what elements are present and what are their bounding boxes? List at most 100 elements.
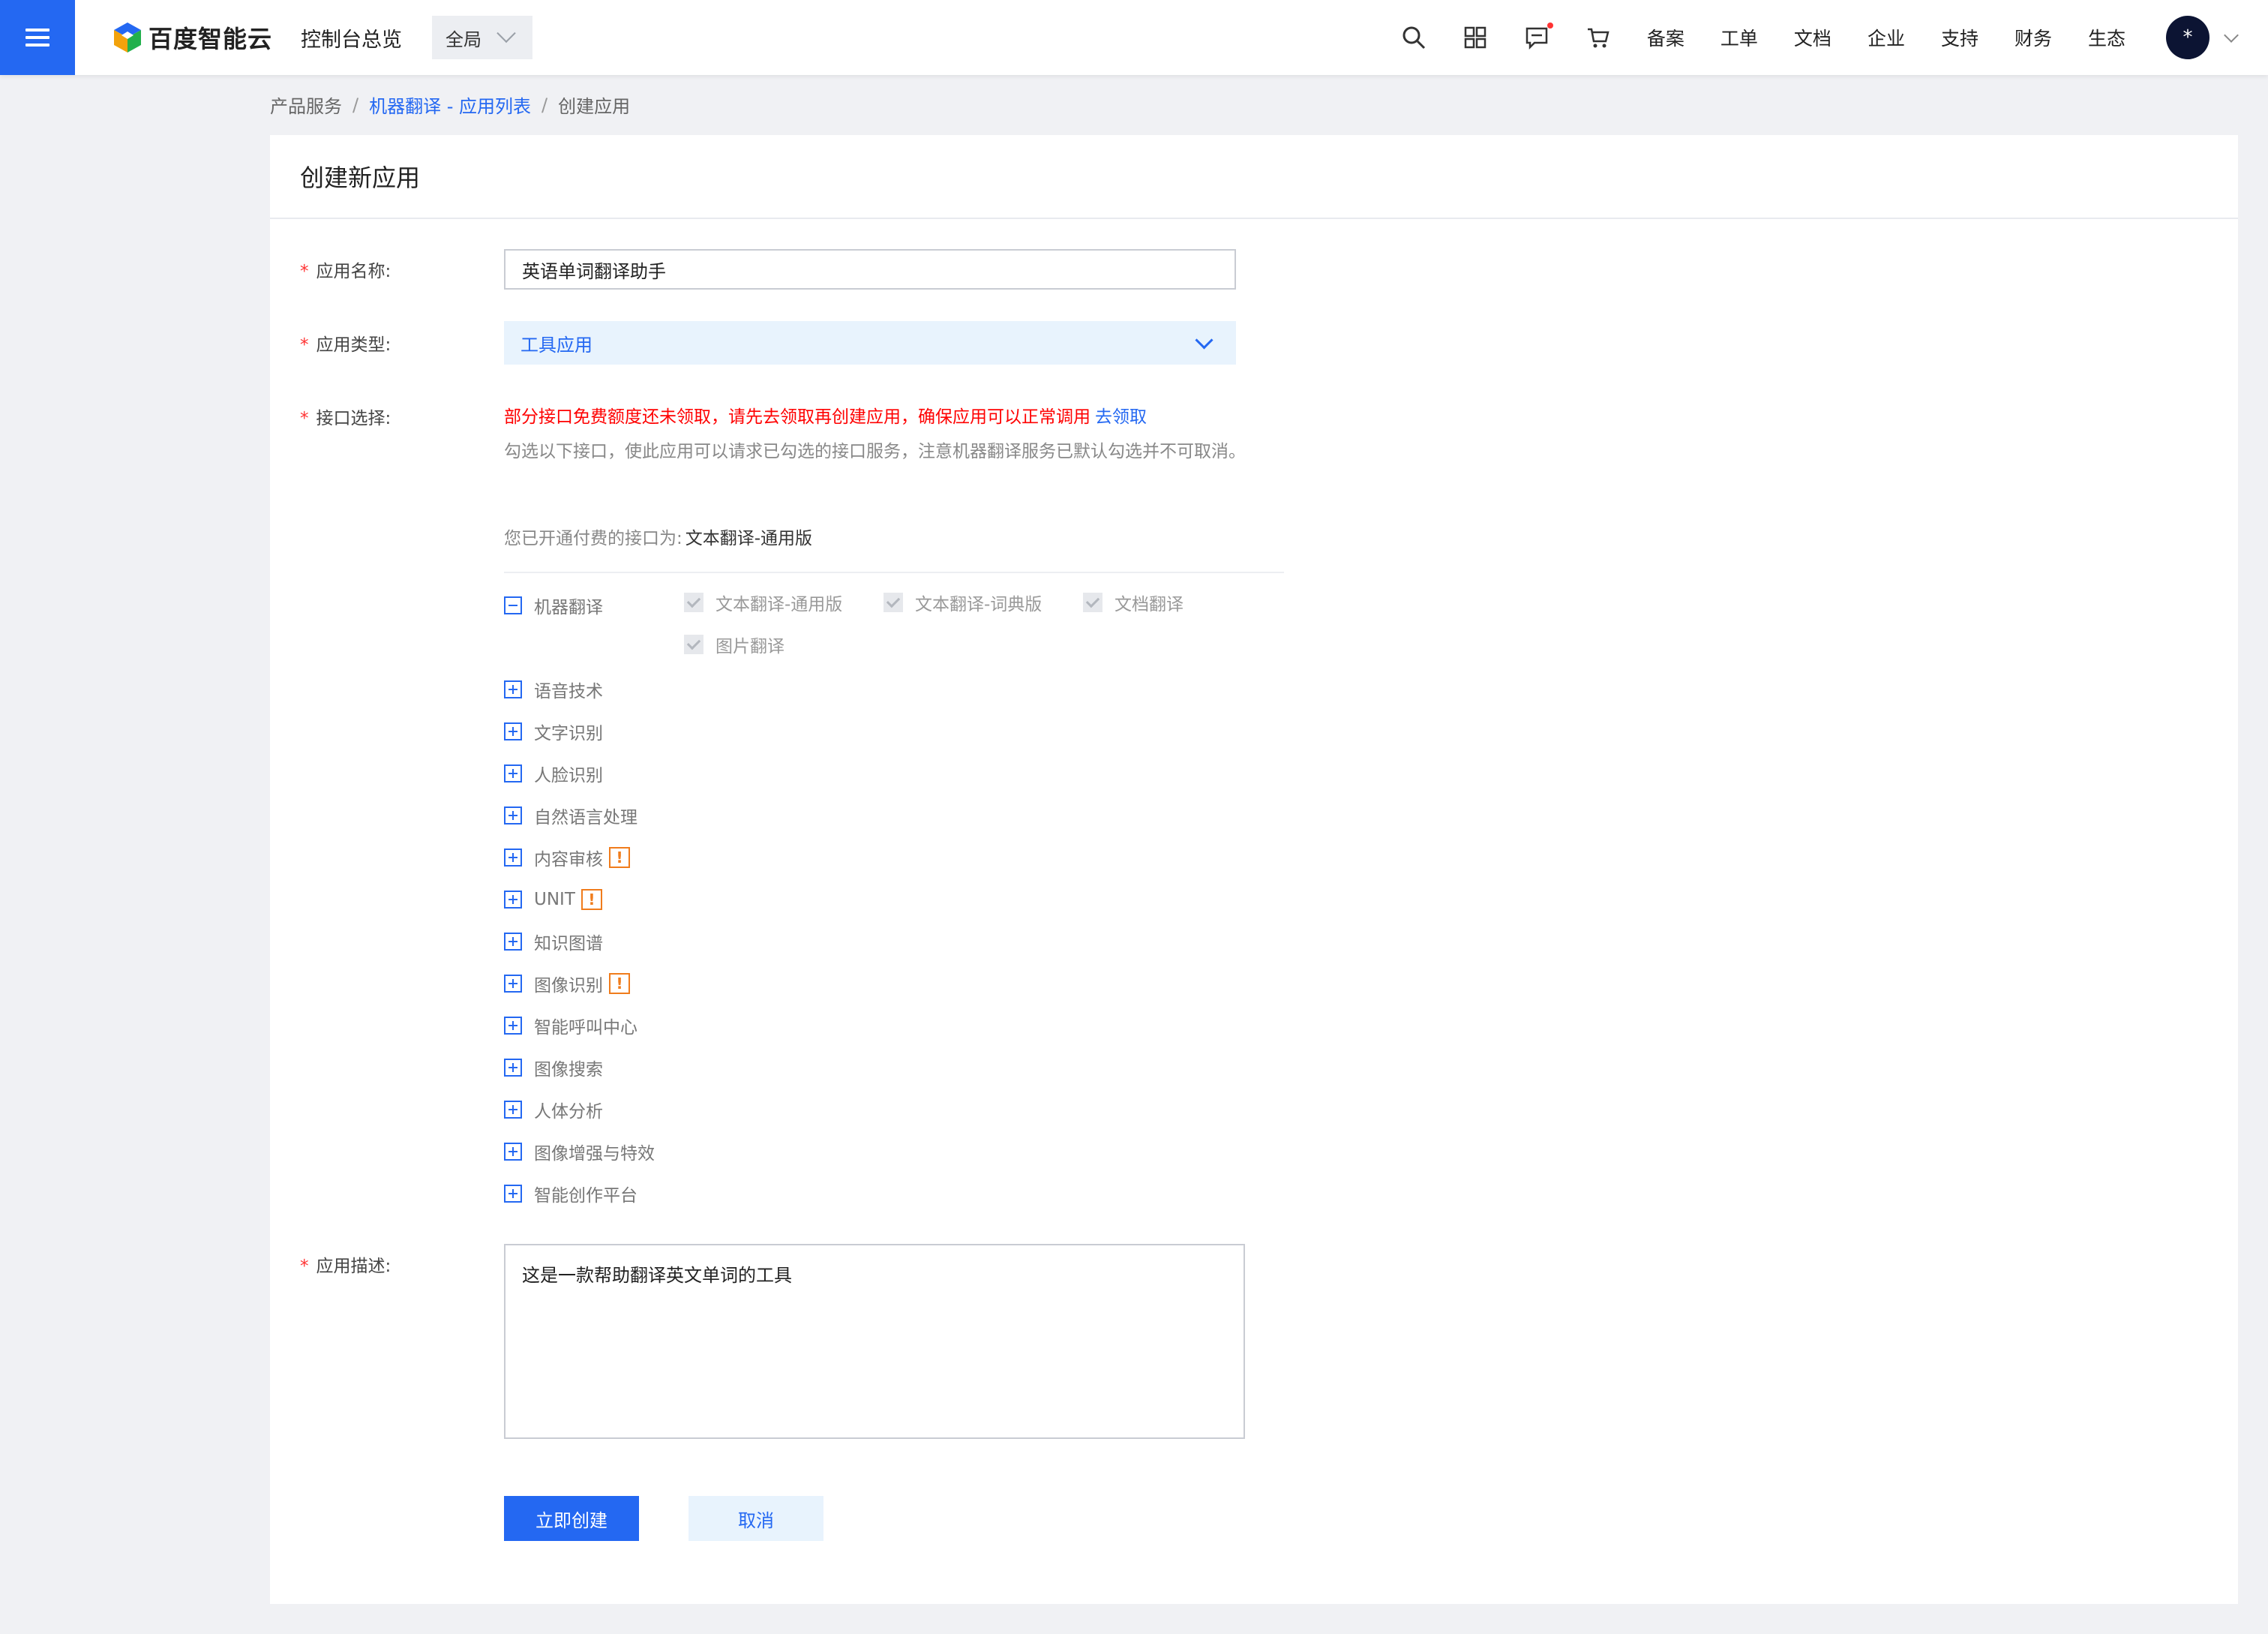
breadcrumb-separator: / (542, 94, 548, 116)
api-checkbox-text-translation-general: 文本翻译-通用版 (684, 590, 842, 614)
app-name-label: * 应用名称: (300, 257, 391, 282)
expand-icon[interactable] (504, 849, 522, 867)
expand-icon[interactable] (504, 1059, 522, 1077)
nav-ticket[interactable]: 工单 (1720, 24, 1758, 51)
api-checkbox-image-translation: 图片翻译 (684, 632, 784, 656)
message-icon[interactable] (1523, 23, 1553, 51)
expand-icon[interactable] (504, 1185, 522, 1203)
search-icon[interactable] (1400, 24, 1427, 51)
required-mark: * (300, 262, 309, 281)
nav-finance[interactable]: 财务 (2014, 24, 2052, 51)
api-group-label: 文字识别 (534, 724, 603, 743)
nav-filing[interactable]: 备案 (1647, 24, 1684, 51)
api-group-label: 知识图谱 (534, 934, 603, 954)
api-group-call-center: 智能呼叫中心 (504, 1014, 638, 1038)
api-select-label: * 接口选择: (300, 404, 391, 429)
cloud-logo-icon (114, 23, 141, 53)
brand-logo[interactable]: 百度智能云 (112, 20, 272, 55)
create-now-button[interactable]: 立即创建 (504, 1496, 639, 1541)
expand-icon[interactable] (504, 1017, 522, 1035)
nav-docs[interactable]: 文档 (1794, 24, 1832, 51)
nav-enterprise[interactable]: 企业 (1868, 24, 1905, 51)
hamburger-icon (26, 24, 50, 51)
api-group-creation-platform: 智能创作平台 (504, 1182, 638, 1206)
api-group-label: 图像搜索 (534, 1060, 603, 1080)
warning-icon[interactable]: ! (580, 889, 602, 910)
expand-icon[interactable] (504, 933, 522, 951)
api-group-label: 机器翻译 (534, 598, 603, 617)
grid-icon[interactable] (1462, 24, 1489, 51)
api-group-label: 智能呼叫中心 (534, 1018, 638, 1038)
api-checkbox-text-translation-dict: 文本翻译-词典版 (884, 590, 1042, 614)
cart-icon[interactable] (1585, 24, 1612, 51)
app-name-value: 英语单词翻译助手 (522, 260, 666, 282)
app-type-select[interactable]: 工具应用 (504, 321, 1236, 365)
api-checkbox-doc-translation: 文档翻译 (1083, 590, 1184, 614)
api-group-face: 人脸识别 (504, 761, 603, 785)
expand-icon[interactable] (504, 891, 522, 909)
chevron-down-icon (496, 23, 516, 44)
expand-icon[interactable] (504, 806, 522, 825)
cancel-button[interactable]: 取消 (688, 1496, 824, 1541)
free-quota-warning: 部分接口免费额度还未领取，请先去领取再创建应用，确保应用可以正常调用 去领取 (504, 402, 1147, 428)
expand-icon[interactable] (504, 1101, 522, 1119)
api-group-speech: 语音技术 (504, 677, 603, 701)
create-app-card: 创建新应用 * 应用名称: 英语单词翻译助手 * 应用类型: 工具应用 * 接口选择:… (270, 135, 2238, 1604)
top-navigation-bar: 百度智能云 控制台总览 全局 备案 工单 文档 企业 支持 财务 生态 * (0, 0, 2268, 75)
expand-icon[interactable] (504, 764, 522, 782)
expand-icon[interactable] (504, 975, 522, 993)
api-group-image-recognition: 图像识别 ! (504, 972, 630, 996)
region-selector[interactable]: 全局 (432, 16, 533, 59)
breadcrumb-separator: / (352, 94, 359, 116)
collapse-icon[interactable] (504, 596, 522, 614)
app-desc-label: * 应用描述: (300, 1251, 391, 1277)
api-group-content-review: 内容审核 ! (504, 846, 630, 870)
api-group-knowledge-graph: 知识图谱 (504, 930, 603, 954)
warning-icon[interactable]: ! (609, 973, 630, 994)
breadcrumb: 产品服务 / 机器翻译 - 应用列表 / 创建应用 (270, 92, 630, 118)
warning-icon[interactable]: ! (609, 847, 630, 868)
breadcrumb-current: 创建应用 (558, 96, 631, 117)
api-group-unit: UNIT ! (504, 888, 602, 912)
console-overview-link[interactable]: 控制台总览 (301, 23, 402, 53)
api-group-label: UNIT (534, 890, 575, 909)
paid-api-label: 您已开通付费的接口为: (504, 529, 682, 548)
app-type-value: 工具应用 (520, 334, 592, 356)
menu-button[interactable] (0, 0, 75, 75)
app-desc-textarea[interactable]: 这是一款帮助翻译英文单词的工具 (504, 1244, 1245, 1439)
api-group-label: 图像识别 (534, 976, 603, 996)
api-group-label: 智能创作平台 (534, 1186, 638, 1206)
checkbox-checked-disabled (684, 635, 704, 654)
paid-api-value: 文本翻译-通用版 (685, 529, 813, 548)
breadcrumb-app-list-link[interactable]: 机器翻译 - 应用列表 (369, 92, 531, 118)
notification-dot (1546, 23, 1553, 29)
expand-icon[interactable] (504, 722, 522, 740)
expand-icon[interactable] (504, 680, 522, 698)
required-mark: * (300, 1257, 309, 1276)
claim-quota-link[interactable]: 去领取 (1095, 407, 1147, 427)
nav-ecosystem[interactable]: 生态 (2088, 24, 2126, 51)
nav-support[interactable]: 支持 (1941, 24, 1978, 51)
app-desc-value: 这是一款帮助翻译英文单词的工具 (522, 1265, 792, 1286)
paid-api-info: 您已开通付费的接口为: 文本翻译-通用版 (504, 524, 812, 549)
api-hint-text: 勾选以下接口，使此应用可以请求已勾选的接口服务，注意机器翻译服务已默认勾选并不可… (504, 442, 1246, 461)
breadcrumb-root[interactable]: 产品服务 (270, 92, 342, 118)
api-group-body-analysis: 人体分析 (504, 1098, 603, 1122)
api-item-label: 文本翻译-词典版 (915, 595, 1042, 614)
app-type-label: * 应用类型: (300, 330, 391, 356)
api-item-label: 文本翻译-通用版 (716, 595, 843, 614)
user-avatar[interactable]: * (2166, 16, 2210, 59)
api-group-ocr: 文字识别 (504, 719, 603, 743)
app-name-input[interactable]: 英语单词翻译助手 (504, 249, 1236, 290)
top-right-actions: 备案 工单 文档 企业 支持 财务 生态 * (1383, 0, 2268, 75)
chevron-down-icon[interactable] (2224, 28, 2239, 43)
api-select-label-text: 接口选择: (316, 409, 392, 428)
api-group-label: 图像增强与特效 (534, 1144, 655, 1164)
expand-icon[interactable] (504, 1143, 522, 1161)
divider (504, 572, 1284, 573)
required-mark: * (300, 409, 309, 428)
checkbox-checked-disabled (1083, 593, 1102, 612)
card-header: 创建新应用 (270, 135, 2238, 219)
api-group-label: 语音技术 (534, 682, 603, 701)
api-group-label: 自然语言处理 (534, 808, 638, 828)
